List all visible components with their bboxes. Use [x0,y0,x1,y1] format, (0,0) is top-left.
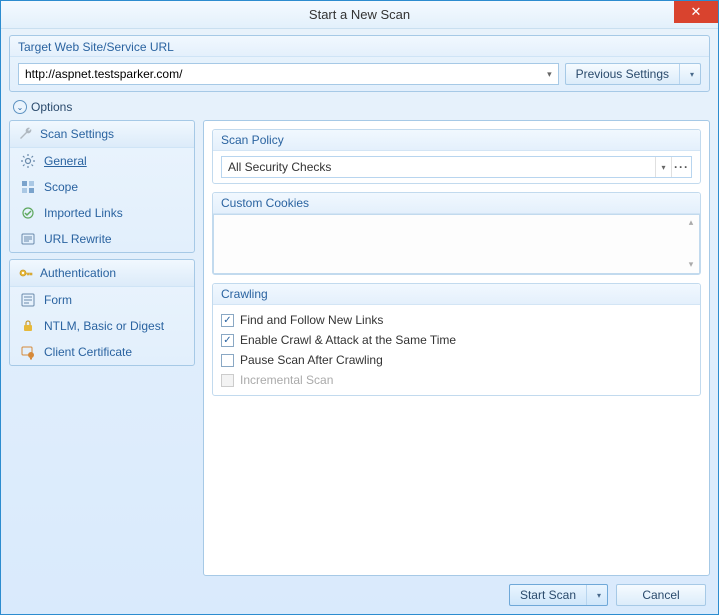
target-url-label: Target Web Site/Service URL [10,36,709,57]
checkbox-icon: ✓ [221,334,234,347]
scroll-down-icon[interactable]: ▾ [685,259,697,271]
window-title: Start a New Scan [309,7,410,22]
close-icon: ✕ [691,4,702,20]
ellipsis-button[interactable]: ··· [671,157,691,177]
custom-cookies-group: Custom Cookies ▴ ▾ [212,192,701,275]
scope-icon [20,179,36,195]
certificate-icon [20,344,36,360]
sidebar: Scan Settings General Scope [9,120,195,576]
sidebar-item-label: Form [44,293,72,307]
checkbox-find-follow-links[interactable]: ✓ Find and Follow New Links [221,310,692,330]
checkbox-label: Enable Crawl & Attack at the Same Time [240,333,456,347]
sidebar-item-client-certificate[interactable]: Client Certificate [10,339,194,365]
scan-policy-value: All Security Checks [222,160,655,174]
checkbox-incremental-scan: Incremental Scan [221,370,692,390]
scan-policy-header: Scan Policy [213,130,700,151]
checkbox-pause-after-crawl[interactable]: Pause Scan After Crawling [221,350,692,370]
start-scan-label: Start Scan [510,585,587,605]
checkbox-crawl-attack[interactable]: ✓ Enable Crawl & Attack at the Same Time [221,330,692,350]
authentication-panel: Authentication Form NTLM, Basic or Diges… [9,259,195,366]
content-area: Target Web Site/Service URL http://aspne… [1,29,718,614]
form-icon [20,292,36,308]
custom-cookies-textarea[interactable]: ▴ ▾ [213,214,700,274]
checkbox-icon: ✓ [221,314,234,327]
checkbox-icon [221,374,234,387]
crawling-group: Crawling ✓ Find and Follow New Links ✓ E… [212,283,701,396]
sidebar-item-label: Imported Links [44,206,123,220]
sidebar-item-ntlm[interactable]: NTLM, Basic or Digest [10,313,194,339]
checkbox-label: Pause Scan After Crawling [240,353,383,367]
scan-policy-select[interactable]: All Security Checks ▾ ··· [221,156,692,178]
scan-settings-panel: Scan Settings General Scope [9,120,195,253]
sidebar-item-label: NTLM, Basic or Digest [44,319,164,333]
close-button[interactable]: ✕ [674,1,718,23]
key-icon [18,265,34,281]
dropdown-caret-icon: ▾ [547,69,552,80]
previous-settings-button[interactable]: Previous Settings ▾ [565,63,701,85]
start-scan-button[interactable]: Start Scan ▾ [509,584,608,606]
lock-icon [20,318,36,334]
scan-policy-group: Scan Policy All Security Checks ▾ ··· [212,129,701,184]
chevron-down-icon[interactable]: ▾ [684,70,700,79]
checkbox-label: Find and Follow New Links [240,313,383,327]
target-url-value: http://aspnet.testsparker.com/ [25,67,182,81]
collapse-icon: ⌄ [13,100,27,114]
options-toggle[interactable]: ⌄ Options [9,98,710,120]
checkbox-icon [221,354,234,367]
target-url-group: Target Web Site/Service URL http://aspne… [9,35,710,92]
titlebar: Start a New Scan ✕ [1,1,718,29]
scroll-up-icon[interactable]: ▴ [685,217,697,229]
target-url-input[interactable]: http://aspnet.testsparker.com/ ▾ [18,63,559,85]
sidebar-item-general[interactable]: General [10,148,194,174]
sidebar-item-imported-links[interactable]: Imported Links [10,200,194,226]
sidebar-item-label: General [44,154,87,168]
crawling-header: Crawling [213,284,700,305]
authentication-header: Authentication [10,260,194,287]
options-label: Options [31,100,72,114]
gear-icon [20,153,36,169]
settings-panel: Scan Policy All Security Checks ▾ ··· Cu… [203,120,710,576]
previous-settings-label: Previous Settings [566,64,680,84]
cancel-button[interactable]: Cancel [616,584,706,606]
main-area: Scan Settings General Scope [9,120,710,576]
scan-settings-header: Scan Settings [10,121,194,148]
rewrite-icon [20,231,36,247]
dialog-window: Start a New Scan ✕ Target Web Site/Servi… [0,0,719,615]
sidebar-item-url-rewrite[interactable]: URL Rewrite [10,226,194,252]
dialog-footer: Start Scan ▾ Cancel [9,576,710,608]
cancel-label: Cancel [642,588,679,602]
chevron-down-icon[interactable]: ▾ [591,591,607,600]
sidebar-item-label: Client Certificate [44,345,132,359]
sidebar-item-label: URL Rewrite [44,232,112,246]
crawling-options: ✓ Find and Follow New Links ✓ Enable Cra… [213,305,700,395]
wrench-icon [18,126,34,142]
chevron-down-icon[interactable]: ▾ [655,157,671,177]
checkbox-label: Incremental Scan [240,373,333,387]
links-icon [20,205,36,221]
sidebar-item-form[interactable]: Form [10,287,194,313]
sidebar-item-label: Scope [44,180,78,194]
custom-cookies-header: Custom Cookies [213,193,700,214]
sidebar-item-scope[interactable]: Scope [10,174,194,200]
